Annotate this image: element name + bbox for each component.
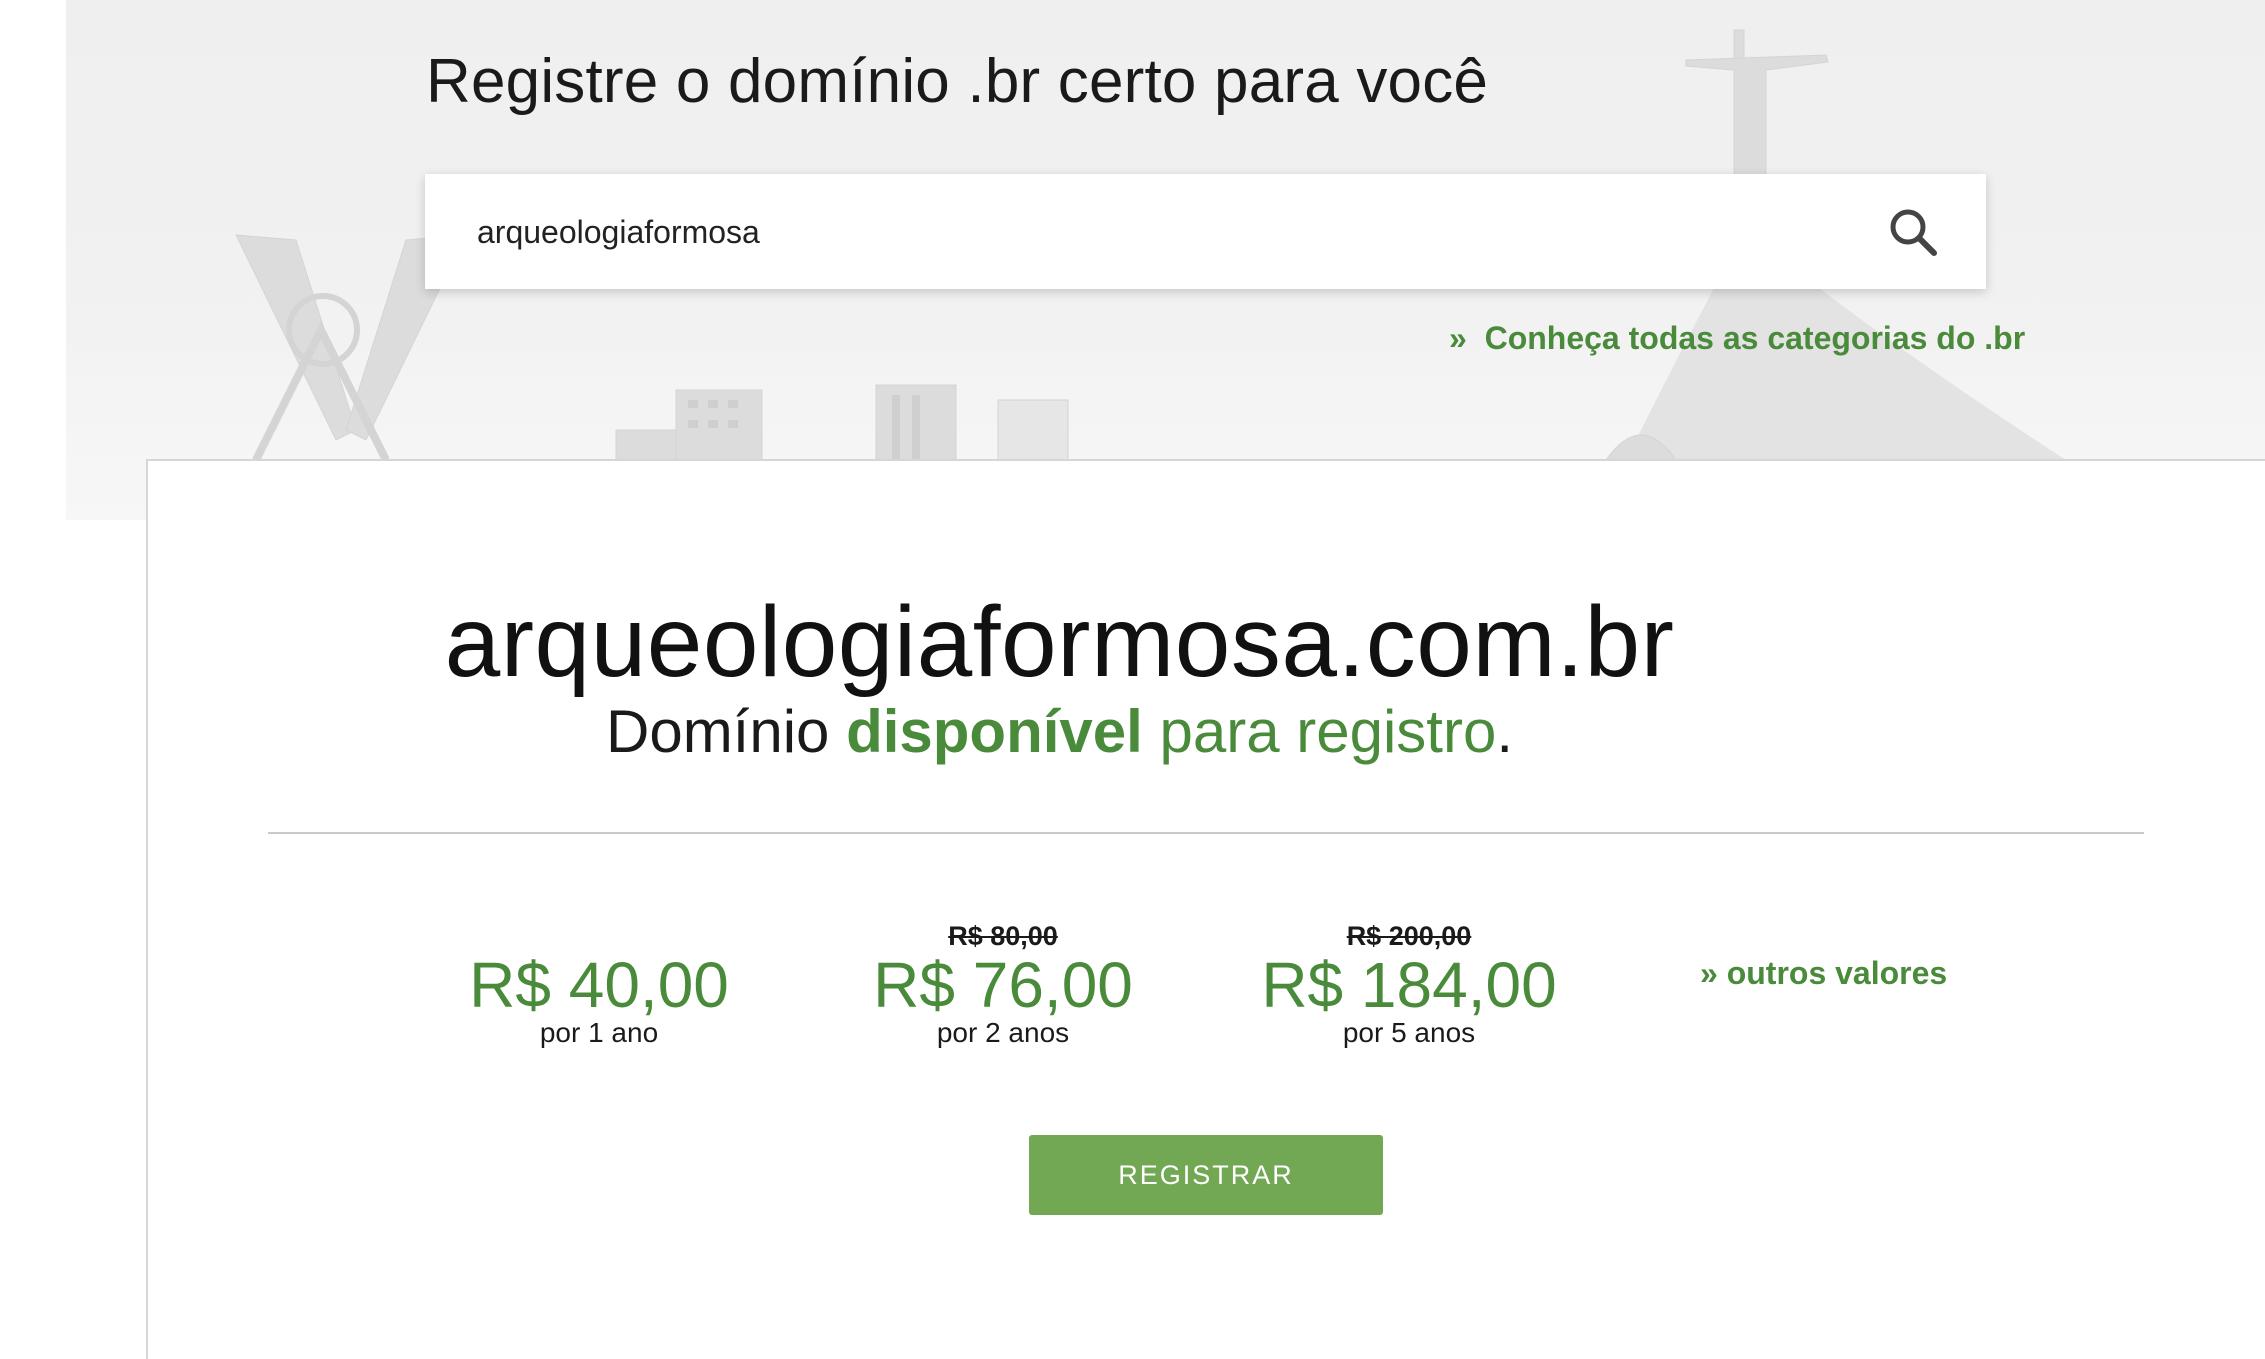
- price-period: por 1 ano: [539, 1017, 659, 1048]
- old-price: R$ 80,00: [948, 921, 1058, 951]
- price: R$ 184,00: [1261, 949, 1557, 1021]
- status-word: disponível: [846, 698, 1143, 765]
- price-period: por 5 anos: [1342, 1017, 1476, 1048]
- price-option-2-years[interactable]: R$ 80,00 R$ 76,00 por 2 anos: [853, 920, 1153, 1048]
- search-button[interactable]: [1880, 199, 1946, 265]
- price: R$ 76,00: [873, 949, 1133, 1021]
- availability-status: Domínio disponível para registro.: [0, 697, 2119, 766]
- price-period: por 2 anos: [936, 1017, 1070, 1048]
- other-values-link[interactable]: » outros valores: [1700, 955, 1947, 992]
- status-suffix: para registro: [1159, 698, 1497, 765]
- double-chevron-icon: »: [1449, 320, 1467, 356]
- domain-name: arqueologiaformosa.com.br: [444, 586, 1675, 698]
- status-prefix: Domínio: [606, 698, 830, 765]
- divider: [268, 832, 2144, 834]
- domain-search-box: [425, 174, 1986, 289]
- search-icon: [1890, 209, 1937, 256]
- categories-link-label: Conheça todas as categorias do .br: [1484, 320, 2026, 356]
- status-period: .: [1496, 698, 1513, 765]
- price: R$ 40,00: [469, 949, 729, 1021]
- categories-link[interactable]: » Conheça todas as categorias do .br: [1449, 320, 2025, 357]
- old-price: [450, 920, 748, 952]
- page-title: Registre o domínio .br certo para você: [426, 47, 1489, 116]
- domain-search-input[interactable]: [477, 204, 1827, 260]
- price-option-1-year[interactable]: R$ 40,00 por 1 ano: [450, 920, 748, 1048]
- price-option-5-years[interactable]: R$ 200,00 R$ 184,00 por 5 anos: [1256, 920, 1562, 1048]
- register-button[interactable]: REGISTRAR: [1029, 1135, 1383, 1215]
- old-price: R$ 200,00: [1346, 921, 1472, 951]
